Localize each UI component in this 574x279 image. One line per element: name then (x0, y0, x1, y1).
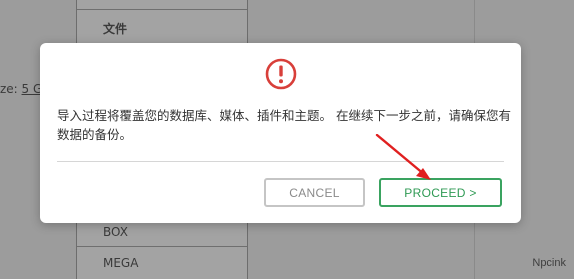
annotation-arrow-icon (375, 134, 431, 180)
brand-watermark: Npcink (532, 257, 566, 269)
cancel-button[interactable]: CANCEL (264, 178, 365, 207)
panel-divider (77, 9, 247, 10)
panel-item-box: BOX (103, 225, 128, 239)
panel-divider (77, 246, 247, 247)
warning-circle-icon (265, 58, 297, 90)
background-size-label: ze: 5 G (0, 82, 42, 96)
import-confirm-dialog: 导入过程将覆盖您的数据库、媒体、插件和主题。 在继续下一步之前，请确保您有数据的… (40, 43, 521, 223)
size-label: ze: (0, 82, 22, 96)
panel-item-mega: MEGA (103, 256, 139, 270)
panel-item-file: 文件 (103, 22, 128, 36)
dialog-message: 导入过程将覆盖您的数据库、媒体、插件和主题。 在继续下一步之前，请确保您有数据的… (57, 108, 511, 142)
